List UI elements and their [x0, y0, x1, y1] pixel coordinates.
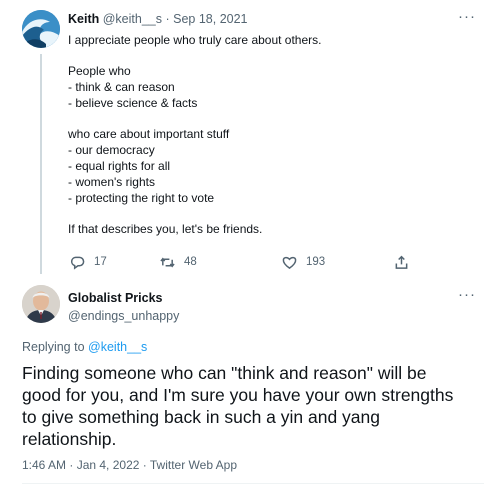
- tweet-actions: 17 48 193: [60, 251, 420, 273]
- tweet-text-line: - protecting the right to vote: [68, 191, 215, 205]
- tweet-text-line: - our democracy: [68, 143, 155, 157]
- like-icon: [282, 256, 297, 269]
- tweet-header: Keith @keith__s · Sep 18, 2021: [68, 12, 248, 26]
- reply-text: Finding someone who can "think and reaso…: [22, 362, 484, 450]
- portrait-avatar-image: [22, 285, 60, 323]
- author-handle[interactable]: @keith__s: [103, 12, 162, 26]
- avatar[interactable]: [22, 10, 60, 48]
- tweet-text-line: - equal rights for all: [68, 159, 171, 173]
- wave-avatar-image: [22, 10, 60, 48]
- tweet-text-line: - think & can reason: [68, 80, 175, 94]
- author-name[interactable]: Globalist Pricks: [68, 291, 162, 305]
- share-icon: [395, 255, 408, 269]
- divider: [22, 483, 484, 484]
- replying-to: Replying to @keith__s: [22, 340, 147, 354]
- retweet-count: 48: [184, 256, 197, 268]
- thread-connector-line: [40, 54, 42, 274]
- like-count: 193: [306, 256, 326, 268]
- reply-button[interactable]: 17: [70, 251, 107, 273]
- replying-to-mention[interactable]: @keith__s: [88, 340, 147, 354]
- reply-text-line: to give something back in such a yin and…: [22, 407, 380, 427]
- tweet-text-line: If that describes you, let's be friends.: [68, 222, 263, 236]
- retweet-button[interactable]: 48: [160, 251, 197, 273]
- tweet-text-line: - women's rights: [68, 175, 155, 189]
- tweet-text-line: I appreciate people who truly care about…: [68, 33, 322, 47]
- author-name[interactable]: Keith: [68, 12, 99, 26]
- tweet-text-line: who care about important stuff: [68, 127, 230, 141]
- tweet-text: I appreciate people who truly care about…: [68, 32, 468, 237]
- author-handle[interactable]: @endings_unhappy: [68, 309, 179, 323]
- replying-to-label: Replying to: [22, 340, 85, 354]
- tweet-text-line: People who: [68, 64, 131, 78]
- reply-timestamp[interactable]: 1:46 AM · Jan 4, 2022 · Twitter Web App: [22, 458, 237, 472]
- avatar[interactable]: [22, 285, 60, 323]
- reply-count: 17: [94, 256, 107, 268]
- more-options-icon[interactable]: ···: [458, 286, 476, 303]
- more-options-icon[interactable]: ···: [458, 8, 476, 25]
- like-button[interactable]: 193: [282, 251, 325, 273]
- reply-icon: [70, 256, 85, 270]
- reply-text-line: good for you, and I'm sure you have your…: [22, 385, 454, 405]
- tweet-date[interactable]: Sep 18, 2021: [173, 12, 247, 26]
- parent-tweet[interactable]: Keith @keith__s · Sep 18, 2021 ··· I app…: [0, 0, 495, 280]
- reply-text-line: relationship.: [22, 429, 117, 449]
- retweet-icon: [160, 257, 175, 267]
- tweet-thread: Keith @keith__s · Sep 18, 2021 ··· I app…: [0, 0, 495, 500]
- share-button[interactable]: [394, 251, 409, 273]
- tweet-text-line: - believe science & facts: [68, 96, 198, 110]
- reply-text-line: Finding someone who can "think and reaso…: [22, 363, 427, 383]
- separator: ·: [165, 12, 170, 26]
